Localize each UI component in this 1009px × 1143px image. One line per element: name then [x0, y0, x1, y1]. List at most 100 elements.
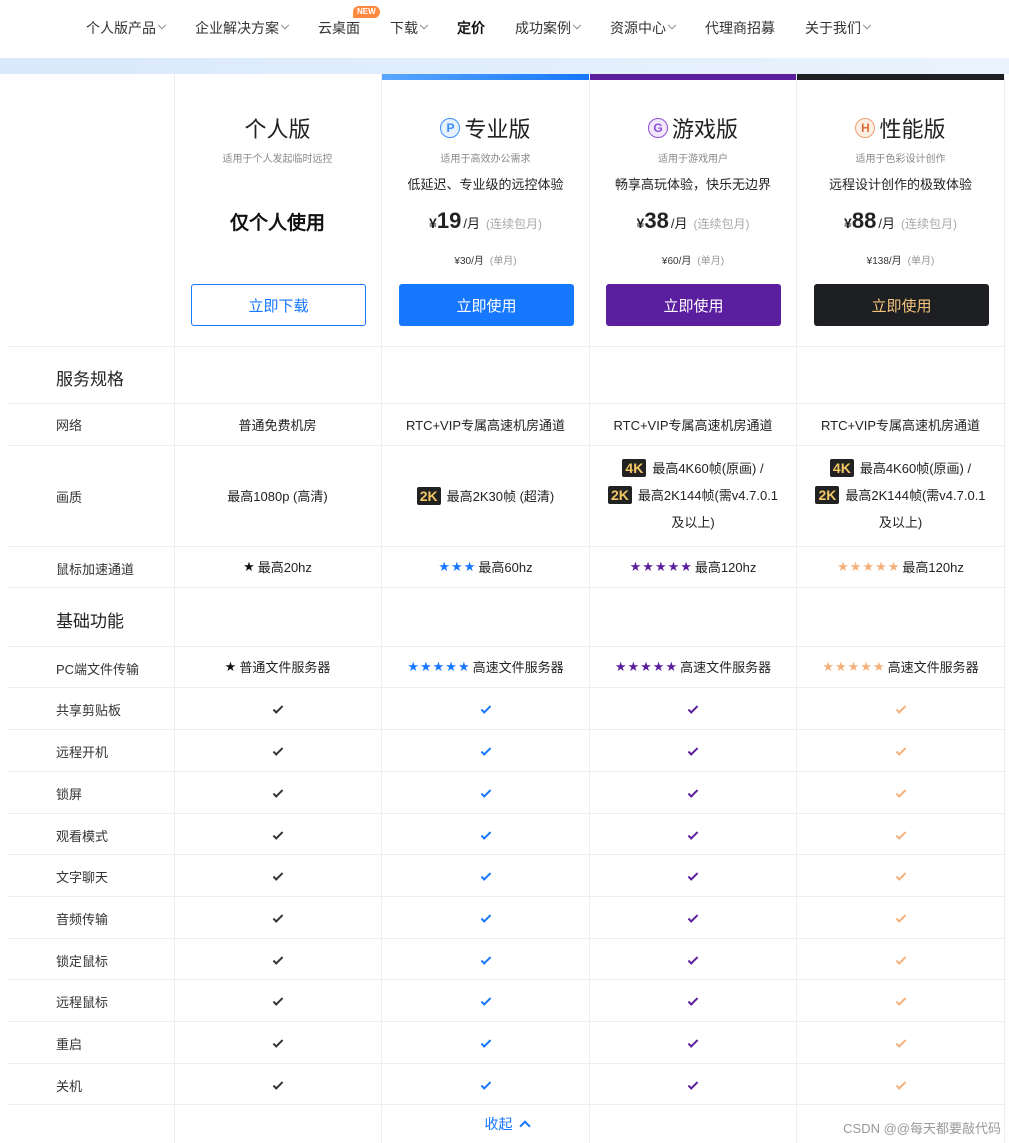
pro-use-now-button[interactable]: 立即使用: [399, 284, 574, 326]
quality-line: 2K 最高2K144帧(需v4.7.0.1: [607, 482, 778, 509]
quality-line: 4K 最高4K60帧(原画) /: [622, 455, 764, 482]
feature-cell: [174, 771, 381, 813]
plan-name: 游戏版: [671, 117, 738, 142]
file-personal: ★ 普通文件服务器: [174, 646, 381, 687]
row-label-quality: 画质: [56, 490, 83, 505]
pro-badge-icon: P: [440, 118, 461, 138]
single-price: ¥138/月: [866, 256, 902, 267]
star-icon: ★: [243, 558, 256, 574]
row-label-feature: 关机: [56, 1079, 83, 1094]
plan-price: ¥38/月 (连续包月): [590, 208, 796, 234]
check-icon: [480, 786, 491, 798]
nav-label: 资源中心: [610, 20, 666, 36]
network-pro: RTC+VIP专属高速机房通道: [405, 417, 566, 433]
quality-text: 最高4K60帧(原画) /: [652, 461, 764, 476]
feature-cell: [382, 979, 589, 1021]
row-label-feature: 文字聊天: [56, 870, 109, 885]
row-label-feature: 重启: [56, 1037, 83, 1052]
plan-desc: 低延迟、专业级的远控体验: [407, 177, 564, 192]
check-icon: [687, 786, 699, 798]
feature-cell: [797, 687, 1004, 729]
nav-label: 企业解决方案: [195, 20, 279, 36]
nav-label: 个人版产品: [86, 20, 156, 36]
chevron-down-icon: [572, 20, 582, 30]
single-month-price: ¥30/月 (单月): [382, 252, 589, 267]
nav-agent-recruitment[interactable]: 代理商招募: [705, 18, 775, 38]
row-label-feature: 远程开机: [56, 745, 109, 760]
check-icon: [480, 1036, 491, 1048]
nav-resource-center[interactable]: 资源中心: [610, 18, 677, 38]
check-icon: [895, 828, 906, 840]
star-icon: ★★★★★: [614, 658, 679, 674]
feature-cell: [797, 1021, 1004, 1063]
single-price: ¥30/月: [454, 256, 484, 267]
file-text: 高速文件服务器: [472, 660, 564, 675]
game-use-now-button[interactable]: 立即使用: [606, 284, 781, 326]
feature-cell: [590, 687, 796, 729]
quality-text: 及以上): [878, 515, 923, 530]
quality-pro: 2K 最高2K30帧 (超清): [382, 445, 589, 546]
header-band: [0, 58, 1009, 74]
row-label-file-transfer: PC端文件传输: [56, 662, 140, 677]
check-icon: [272, 1078, 283, 1090]
watermark: CSDN @@每天都要敲代码: [843, 1121, 1001, 1136]
check-icon: [895, 1078, 906, 1090]
star-icon: ★: [224, 658, 238, 674]
plan-subtitle: 适用于高效办公需求: [440, 154, 531, 165]
divider: [1004, 74, 1005, 1143]
feature-cell: [174, 854, 381, 896]
price-unit: /月: [670, 216, 688, 231]
check-icon: [272, 744, 283, 756]
star-icon: ★★★★★: [822, 658, 886, 674]
check-icon: [687, 911, 699, 923]
plan-title: H 性能版: [797, 112, 1004, 144]
plan-title: 个人版: [174, 112, 381, 144]
nav-personal-products[interactable]: 个人版产品: [86, 18, 167, 38]
check-icon: [687, 869, 699, 881]
mouse-pro: ★★★ 最高60hz: [382, 546, 589, 587]
feature-cell: [174, 896, 381, 938]
chevron-down-icon: [157, 20, 167, 30]
file-perf: ★★★★★ 高速文件服务器: [797, 646, 1004, 687]
nav-success-cases[interactable]: 成功案例: [515, 18, 582, 38]
feature-cell: [590, 854, 796, 896]
row-label-feature: 远程鼠标: [56, 995, 109, 1010]
new-badge: NEW: [353, 6, 380, 18]
check-icon: [272, 786, 283, 798]
currency-symbol: ¥: [636, 215, 645, 231]
single-note: (单月): [907, 256, 935, 267]
feature-cell: [382, 1063, 589, 1105]
nav-about-us[interactable]: 关于我们: [805, 18, 872, 38]
mouse-text: 最高60hz: [478, 560, 533, 575]
check-icon: [480, 828, 491, 840]
nav-enterprise-solutions[interactable]: 企业解决方案: [195, 18, 290, 38]
chevron-down-icon: [862, 20, 872, 30]
check-icon: [272, 994, 283, 1006]
check-icon: [272, 869, 283, 881]
quality-text: 最高2K144帧(需v4.7.0.1: [845, 488, 986, 503]
perf-use-now-button[interactable]: 立即使用: [814, 284, 989, 326]
feature-cell: [797, 938, 1004, 980]
nav-cloud-desktop[interactable]: 云桌面 NEW: [318, 6, 380, 38]
file-game: ★★★★★ 高速文件服务器: [590, 646, 796, 687]
mouse-personal: ★ 最高20hz: [174, 546, 381, 587]
nav-menu: 个人版产品 企业解决方案 云桌面 NEW 下载 定价 成功案例 资源中心 代理商招…: [86, 6, 872, 38]
feature-cell: [590, 979, 796, 1021]
check-icon: [895, 1036, 906, 1048]
nav-label: 定价: [457, 20, 485, 36]
mouse-perf: ★★★★★ 最高120hz: [797, 546, 1004, 587]
check-icon: [895, 869, 906, 881]
feature-cell: [797, 896, 1004, 938]
4k-badge-icon: 4K: [829, 459, 854, 477]
feature-cell: [174, 729, 381, 771]
feature-cell: [382, 729, 589, 771]
download-now-button[interactable]: 立即下载: [191, 284, 366, 326]
feature-cell: [797, 813, 1004, 855]
chevron-down-icon: [419, 20, 429, 30]
plan-desc: 远程设计创作的极致体验: [828, 177, 972, 192]
price-unit: /月: [878, 216, 895, 231]
feature-cell: [590, 729, 796, 771]
quality-line: 4K 最高4K60帧(原画) /: [829, 455, 971, 482]
nav-download[interactable]: 下载: [390, 18, 429, 38]
nav-pricing[interactable]: 定价: [457, 18, 485, 38]
